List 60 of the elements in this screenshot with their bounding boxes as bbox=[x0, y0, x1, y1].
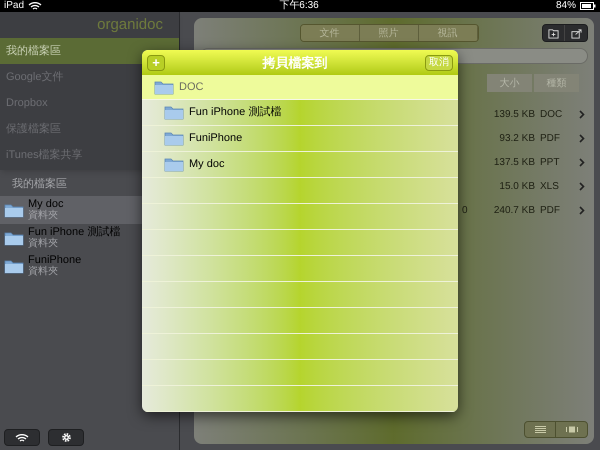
section-title: 我的檔案區 bbox=[12, 176, 67, 192]
chevron-icon[interactable] bbox=[579, 158, 585, 166]
tab[interactable]: 視訊 bbox=[418, 25, 478, 41]
export-icon bbox=[570, 28, 582, 38]
chevron-icon[interactable] bbox=[579, 182, 585, 190]
size-cell-text: 139.5 KB bbox=[492, 108, 535, 122]
type-cell-text: DOC bbox=[539, 108, 564, 122]
folder-item[interactable]: Fun iPhone 測試檔 資料夾 bbox=[0, 224, 140, 252]
table-cell-text: 0 bbox=[462, 204, 468, 218]
folder-icon bbox=[154, 80, 174, 94]
size-cell-text: 15.0 KB bbox=[498, 180, 535, 194]
folder-row[interactable]: Fun iPhone 測試檔 bbox=[142, 100, 458, 126]
size-cell-text: 93.2 KB bbox=[498, 132, 535, 146]
folder-name: FuniPhone bbox=[28, 255, 82, 266]
cancel-button[interactable]: 取消 bbox=[425, 54, 453, 70]
wifi-icon bbox=[15, 432, 29, 442]
gallery-icon bbox=[566, 426, 578, 433]
type-cell-text: PDF bbox=[539, 204, 561, 218]
folder-name: My doc bbox=[28, 199, 64, 210]
tab[interactable]: 照片 bbox=[360, 25, 418, 41]
folder-name: DOC bbox=[179, 80, 204, 95]
wifi-icon bbox=[28, 1, 42, 11]
list-icon bbox=[534, 426, 546, 433]
settings-icon bbox=[60, 432, 72, 443]
chevron-icon[interactable] bbox=[579, 110, 585, 118]
status-time: 下午6:36 bbox=[279, 1, 319, 11]
folder-name: My doc bbox=[189, 157, 224, 172]
battery-icon bbox=[580, 2, 596, 10]
dialog-title: 拷貝檔案到 bbox=[262, 54, 328, 72]
type-cell-text: PPT bbox=[539, 156, 560, 170]
folder-plus-icon bbox=[548, 28, 559, 38]
type-cell-text: XLS bbox=[539, 180, 560, 194]
folder-icon bbox=[164, 157, 184, 172]
folder-icon bbox=[4, 258, 24, 274]
type-cell-text: PDF bbox=[539, 132, 561, 146]
size-cell-text: 137.5 KB bbox=[492, 156, 535, 170]
tab[interactable]: 文件 bbox=[300, 25, 360, 41]
folder-icon bbox=[4, 202, 24, 218]
folder-icon bbox=[164, 131, 184, 146]
folder-icon bbox=[164, 105, 184, 120]
device-name: iPad bbox=[4, 1, 24, 11]
folder-row[interactable]: My doc bbox=[142, 152, 458, 178]
folder-type: 資料夾 bbox=[28, 211, 59, 221]
settings-button[interactable] bbox=[48, 429, 84, 446]
folder-item[interactable]: FuniPhone 資料夾 bbox=[0, 252, 140, 280]
chevron-icon[interactable] bbox=[579, 134, 585, 142]
chevron-icon[interactable] bbox=[579, 206, 585, 214]
app-logo: organidoc bbox=[97, 14, 163, 35]
folder-name: Fun iPhone 測試檔 bbox=[189, 105, 282, 120]
folder-row[interactable]: FuniPhone bbox=[142, 126, 458, 152]
folder-type: 資料夾 bbox=[28, 267, 59, 277]
size-cell-text: 240.7 KB bbox=[492, 204, 535, 218]
folder-type: 資料夾 bbox=[28, 239, 59, 249]
add-button[interactable]: + bbox=[147, 54, 165, 70]
battery-percent: 84% bbox=[556, 1, 576, 11]
folder-name: Fun iPhone 測試檔 bbox=[28, 227, 120, 238]
wifi-button[interactable] bbox=[4, 429, 40, 446]
folder-name: FuniPhone bbox=[189, 131, 242, 146]
folder-row[interactable]: DOC bbox=[142, 75, 458, 100]
folder-icon bbox=[4, 230, 24, 246]
